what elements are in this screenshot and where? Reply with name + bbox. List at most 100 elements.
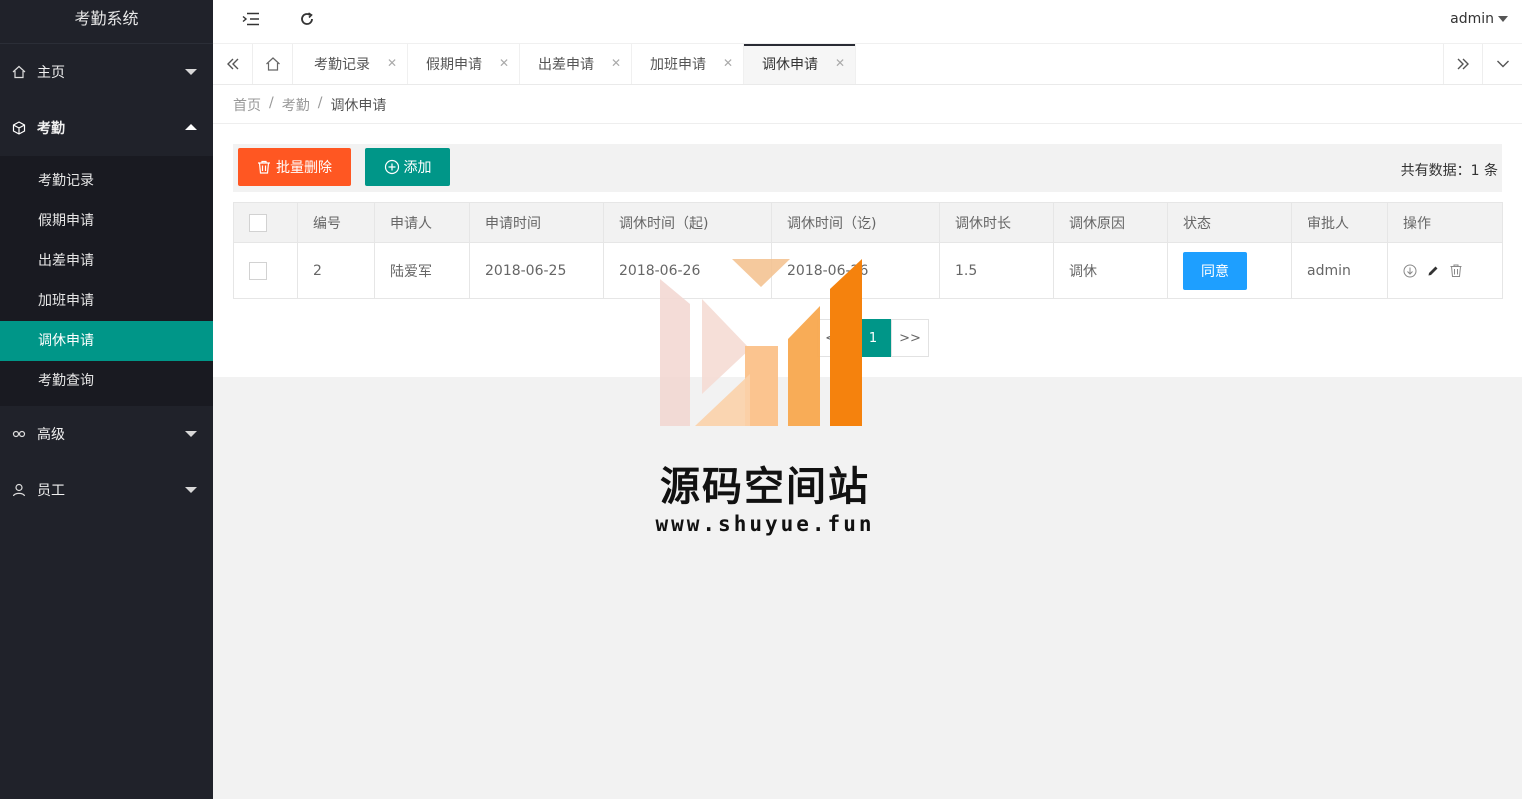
close-icon[interactable]: ✕ [611,56,621,70]
column-header: 调休原因 [1053,202,1168,243]
chevron-up-icon [185,124,197,130]
toolbar: 批量删除 添加 共有数据：1 条 [233,144,1502,192]
chevron-down-icon [185,487,197,493]
refresh-button[interactable] [293,8,321,30]
add-button[interactable]: 添加 [365,148,450,186]
tab-attendance-records[interactable]: 考勤记录 ✕ [296,44,408,84]
double-chevron-right-icon [1457,58,1469,70]
tab-compensatory-leave[interactable]: 调休申请 ✕ [744,44,856,84]
download-icon[interactable] [1403,264,1417,278]
chevron-down-icon [185,69,197,75]
sidebar-item-attendance-records[interactable]: 考勤记录 [0,161,213,201]
caret-down-icon [1498,16,1508,22]
column-header: 操作 [1387,202,1503,243]
cell-end-time: 2018-06-26 [771,242,940,299]
tabs-scroll-right-button[interactable] [1443,44,1483,84]
close-icon[interactable]: ✕ [499,56,509,70]
sidebar-item-leave-request[interactable]: 假期申请 [0,201,213,241]
tab-bar: 考勤记录 ✕ 假期申请 ✕ 出差申请 ✕ 加班申请 ✕ 调休申请 ✕ [213,44,1522,85]
breadcrumb: 首页 / 考勤 / 调休申请 [233,95,386,115]
cell-apply-time: 2018-06-25 [469,242,604,299]
tab-home[interactable] [253,44,293,84]
breadcrumb-home[interactable]: 首页 [233,95,261,115]
indent-icon [242,12,259,26]
tab-label: 调休申请 [762,57,818,73]
chevron-down-icon [1497,60,1509,68]
add-label: 添加 [403,160,432,176]
sidebar-menu-employees[interactable]: 员工 [0,462,213,518]
tab-label: 考勤记录 [314,57,370,73]
sidebar-menu-label: 考勤 [37,121,65,137]
tabs-scroll-left-button[interactable] [213,44,253,84]
tabs-menu-button[interactable] [1483,44,1522,84]
sidebar-item-compensatory-leave[interactable]: 调休申请 [0,321,213,361]
cell-start-time: 2018-06-26 [603,242,772,299]
username: admin [1450,11,1494,27]
column-header: 调休时长 [939,202,1054,243]
home-icon [12,65,26,79]
sidebar-menu-advanced[interactable]: 高级 [0,406,213,462]
sidebar-item-overtime[interactable]: 加班申请 [0,281,213,321]
trash-icon [258,160,270,174]
divider [213,123,1522,124]
pager-current-page[interactable]: 1 [854,319,892,357]
tab-business-trip[interactable]: 出差申请 ✕ [520,44,632,84]
cell-applicant: 陆爱军 [374,242,470,299]
pagination: << 1 >> [817,319,929,357]
user-menu[interactable]: admin [1450,11,1508,27]
sidebar-menu-attendance[interactable]: 考勤 [0,100,213,156]
select-all-cell [233,202,298,243]
user-icon [12,483,26,497]
tab-label: 出差申请 [538,57,594,73]
status-approve-button[interactable]: 同意 [1183,251,1247,290]
refresh-icon [301,12,313,25]
cell-approver: admin [1291,242,1388,299]
column-header: 调休时间（起) [603,202,772,243]
cell-status: 同意 [1167,242,1292,299]
column-header: 编号 [297,202,375,243]
watermark-url: www.shuyue.fun [655,512,875,536]
home-icon [265,57,280,71]
record-count: 共有数据：1 条 [1400,163,1498,179]
sidebar-item-business-trip[interactable]: 出差申请 [0,241,213,281]
sidebar-menu-label: 高级 [37,427,65,443]
pager-next-button[interactable]: >> [891,319,929,357]
tab-leave-request[interactable]: 假期申请 ✕ [408,44,520,84]
table-header-row: 编号 申请人 申请时间 调休时间（起) 调休时间（讫) 调休时长 调休原因 状态… [233,202,1503,243]
pager-prev-button[interactable]: << [817,319,855,357]
batch-delete-button[interactable]: 批量删除 [238,148,351,186]
tab-label: 假期申请 [426,57,482,73]
collapse-menu-button[interactable] [237,8,265,30]
column-header: 审批人 [1291,202,1388,243]
sidebar: 考勤系统 主页 考勤 考勤记录 假期申请 出差申请 加班申请 调休申请 考勤查询… [0,0,213,799]
breadcrumb-current: 调休申请 [330,98,387,114]
delete-icon[interactable] [1450,264,1462,277]
cell-id: 2 [297,242,375,299]
top-header: admin [213,0,1522,44]
edit-icon[interactable] [1427,265,1439,277]
column-header: 申请人 [374,202,470,243]
cell-duration: 1.5 [939,242,1054,299]
row-checkbox[interactable] [249,261,267,280]
tab-overtime[interactable]: 加班申请 ✕ [632,44,744,84]
cell-reason: 调休 [1053,242,1168,299]
close-icon[interactable]: ✕ [387,56,397,70]
breadcrumb-section[interactable]: 考勤 [282,95,310,115]
select-all-checkbox[interactable] [249,213,267,232]
breadcrumb-separator: / [269,95,274,111]
batch-delete-label: 批量删除 [276,160,332,176]
tab-label: 加班申请 [650,57,706,73]
plus-circle-icon [384,159,399,175]
sidebar-menu-home[interactable]: 主页 [0,44,213,100]
watermark-title: 源码空间站 [660,464,870,510]
column-header: 调休时间（讫) [771,202,940,243]
close-icon[interactable]: ✕ [723,56,733,70]
close-icon[interactable]: ✕ [835,56,845,70]
sidebar-menu-label: 员工 [37,483,65,499]
sidebar-menu-label: 主页 [37,65,65,81]
sidebar-item-attendance-query[interactable]: 考勤查询 [0,361,213,401]
column-header: 申请时间 [469,202,604,243]
sidebar-submenu: 考勤记录 假期申请 出差申请 加班申请 调休申请 考勤查询 [0,156,213,406]
column-header: 状态 [1167,202,1292,243]
cell-actions [1387,242,1503,299]
